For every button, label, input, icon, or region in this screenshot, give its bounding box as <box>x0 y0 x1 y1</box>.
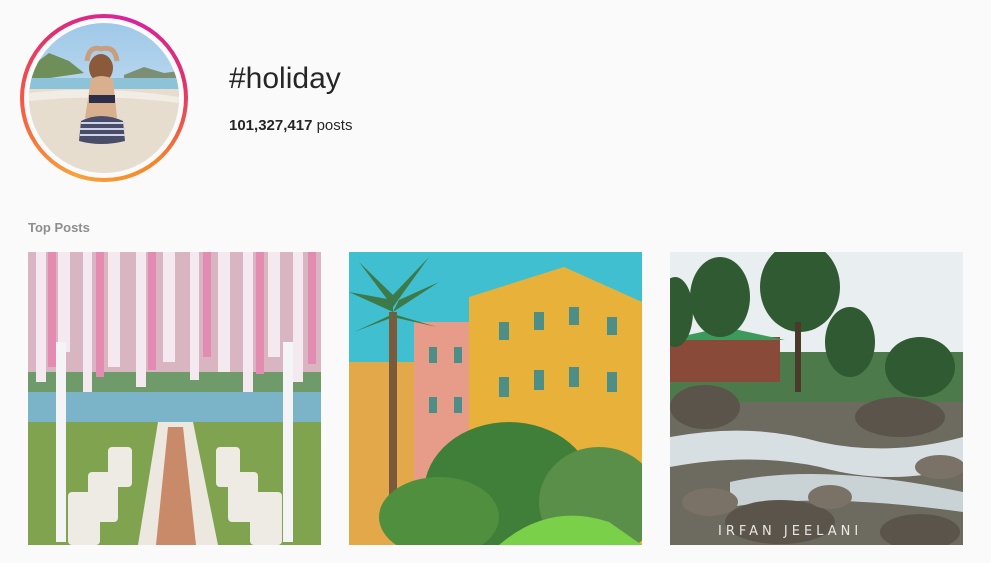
post-count-suffix: posts <box>312 117 353 134</box>
beach-photo <box>29 23 179 173</box>
photo-watermark: IRFAN JEELANI <box>718 524 863 539</box>
hashtag-title: #holiday <box>229 62 341 95</box>
post-count: 101,327,417 posts <box>229 117 352 134</box>
yellow-buildings-photo <box>349 252 642 545</box>
hashtag-avatar[interactable] <box>29 23 179 173</box>
post-thumbnail-2[interactable] <box>349 252 642 545</box>
hashtag-avatar-ring[interactable] <box>20 14 188 182</box>
post-thumbnail-3[interactable]: IRFAN JEELANI <box>670 252 963 545</box>
forest-river-photo <box>670 252 963 545</box>
post-count-number: 101,327,417 <box>229 117 313 134</box>
banquet-photo <box>28 252 321 545</box>
post-thumbnail-1[interactable] <box>28 252 321 545</box>
top-posts-heading: Top Posts <box>28 220 90 235</box>
